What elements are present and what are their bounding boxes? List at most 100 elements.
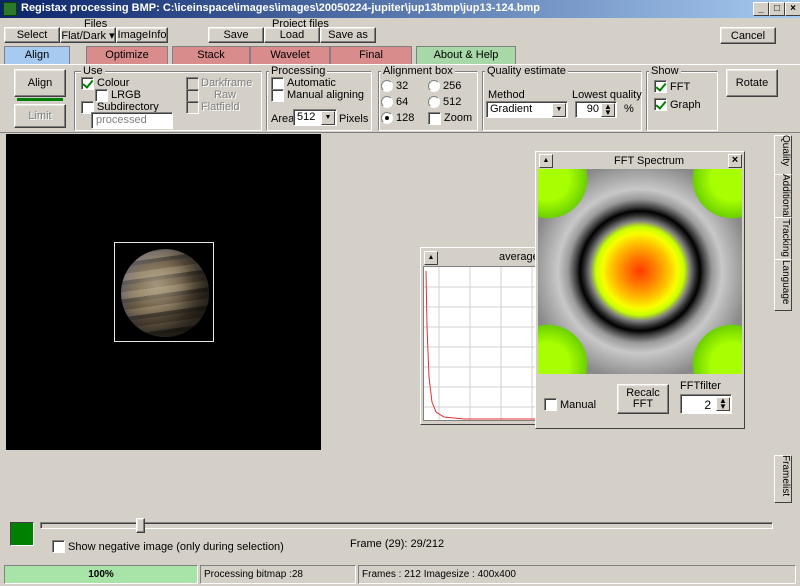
box-64-radio[interactable] [381, 96, 393, 108]
rotate-button[interactable]: Rotate [726, 69, 778, 97]
fft-manual-checkbox[interactable] [544, 398, 557, 411]
fft-filter-spinner-icon[interactable]: ▲ ▼ [716, 397, 730, 411]
graph-grid [424, 267, 536, 420]
side-tab-framelist[interactable]: Framelist [774, 455, 792, 503]
frame-status-indicator [10, 522, 34, 546]
frame-slider-track[interactable] [40, 522, 773, 529]
box-128-radio[interactable] [381, 112, 393, 124]
box-32-label: 32 [396, 80, 409, 92]
side-tab-language[interactable]: Language [774, 259, 792, 311]
tab-optimize[interactable]: Optimize [86, 46, 168, 64]
align-button[interactable]: Align [14, 69, 66, 97]
area-label: Area [271, 113, 295, 125]
fft-spectrum-image [538, 169, 742, 374]
box-256-radio[interactable] [428, 80, 440, 92]
box-256-label: 256 [443, 80, 462, 92]
lowest-quality-input[interactable]: 90 ▲ ▼ [575, 101, 617, 118]
show-fft-checkbox[interactable] [654, 80, 667, 93]
recalc-fft-button[interactable]: Recalc FFT [617, 384, 669, 414]
manual-aligning-checkbox[interactable] [271, 89, 284, 102]
quality-estimate-label: Quality estimate [485, 65, 568, 77]
use-group-label: Use [81, 65, 105, 77]
box-64-label: 64 [396, 96, 409, 108]
imageinfo-button[interactable]: ImageInfo [116, 27, 168, 43]
fft-window[interactable]: ▲ FFT Spectrum × Manual Recalc FFT FFTfi… [535, 151, 745, 429]
show-negative-label: Show negative image (only during selecti… [68, 541, 284, 553]
cancel-button[interactable]: Cancel [720, 27, 776, 44]
progress-text: 100% [88, 569, 114, 580]
processing-status: Processing bitmap :28 [200, 565, 356, 584]
limit-button[interactable]: Limit [14, 104, 66, 128]
window-title: Registax processing BMP: C:\iceinspace\i… [21, 2, 541, 14]
frames-status: Frames : 212 Imagesize : 400x400 [358, 565, 796, 584]
recalc-line2: FFT [632, 398, 654, 410]
box-32-radio[interactable] [381, 80, 393, 92]
tab-align[interactable]: Align [4, 46, 70, 64]
graph-plot [423, 266, 537, 421]
save-button[interactable]: Save [208, 27, 264, 43]
pixels-label: Pixels [339, 113, 369, 125]
side-tab-language-label: Language [780, 260, 791, 305]
lowest-quality-spinner-icon[interactable]: ▲ ▼ [601, 103, 615, 117]
percent-label: % [624, 103, 634, 115]
saveas-button[interactable]: Save as [320, 27, 376, 43]
show-graph-label: Graph [670, 99, 701, 111]
side-tab-additional-label: Additional [780, 174, 791, 218]
tab-stack[interactable]: Stack [172, 46, 250, 64]
maximize-button[interactable]: □ [769, 2, 785, 16]
show-graph-checkbox[interactable] [654, 98, 667, 111]
fft-filter-label: FFTfilter [680, 380, 721, 392]
fft-manual-label: Manual [560, 399, 597, 411]
minimize-button[interactable]: _ [753, 2, 769, 16]
side-tab-framelist-label: Framelist [780, 455, 791, 497]
zoom-label: Zoom [444, 112, 473, 124]
zoom-checkbox[interactable] [428, 112, 441, 125]
area-select[interactable]: 512 ▼ [293, 109, 337, 126]
manual-aligning-label: Manual aligning [287, 89, 365, 101]
alignment-box[interactable] [114, 242, 214, 342]
show-negative-checkbox[interactable] [52, 540, 65, 553]
tab-about-help[interactable]: About & Help [416, 46, 516, 64]
fft-collapse-icon[interactable]: ▲ [539, 154, 553, 168]
title-bar[interactable]: Registax processing BMP: C:\iceinspace\i… [0, 0, 800, 18]
method-label: Method [488, 89, 525, 101]
app-icon [3, 2, 17, 16]
flatfield-label: Flatfield [201, 101, 240, 113]
quality-curve [425, 270, 536, 420]
method-dropdown-icon[interactable]: ▼ [552, 103, 566, 117]
method-value: Gradient [490, 103, 533, 115]
tab-final[interactable]: Final [330, 46, 412, 64]
area-value: 512 [297, 111, 316, 123]
alignment-box-label: Alignment box [381, 65, 455, 77]
fft-close-button[interactable]: × [728, 154, 742, 168]
method-select[interactable]: Gradient ▼ [486, 101, 568, 118]
tab-wavelet[interactable]: Wavelet [250, 46, 330, 64]
close-window-button[interactable]: × [785, 2, 800, 16]
side-tab-quality[interactable]: Quality [774, 135, 792, 175]
fft-filter-value: 2 [704, 398, 711, 412]
automatic-label: Automatic [287, 77, 336, 89]
graph-collapse-icon[interactable]: ▲ [424, 251, 438, 265]
colour-checkbox[interactable] [81, 77, 94, 90]
side-tab-quality-label: Quality [780, 135, 791, 167]
graph-window[interactable]: ▲ average q [420, 247, 548, 425]
subdirectory-input[interactable]: processed [91, 112, 173, 129]
flatdark-button[interactable]: Flat/Dark ▾ [60, 27, 116, 43]
jupiter-image [121, 249, 209, 337]
side-tab-additional[interactable]: Additional [774, 174, 792, 218]
side-tab-tracking[interactable]: Tracking [774, 217, 792, 260]
box-512-radio[interactable] [428, 96, 440, 108]
load-button[interactable]: Load [264, 27, 320, 43]
select-button[interactable]: Select [4, 27, 60, 43]
area-dropdown-icon[interactable]: ▼ [321, 111, 335, 125]
show-group-label: Show [649, 65, 681, 77]
fft-filter-input[interactable]: 2 ▲ ▼ [680, 394, 732, 414]
flatfield-checkbox[interactable] [186, 101, 199, 114]
side-tab-tracking-label: Tracking [780, 218, 791, 257]
raw-label: Raw [214, 89, 237, 101]
image-view[interactable] [6, 134, 321, 450]
align-indicator [17, 98, 63, 101]
quality-graph [424, 267, 536, 420]
colour-label: Colour [97, 77, 130, 89]
frame-slider-thumb[interactable] [135, 518, 145, 533]
